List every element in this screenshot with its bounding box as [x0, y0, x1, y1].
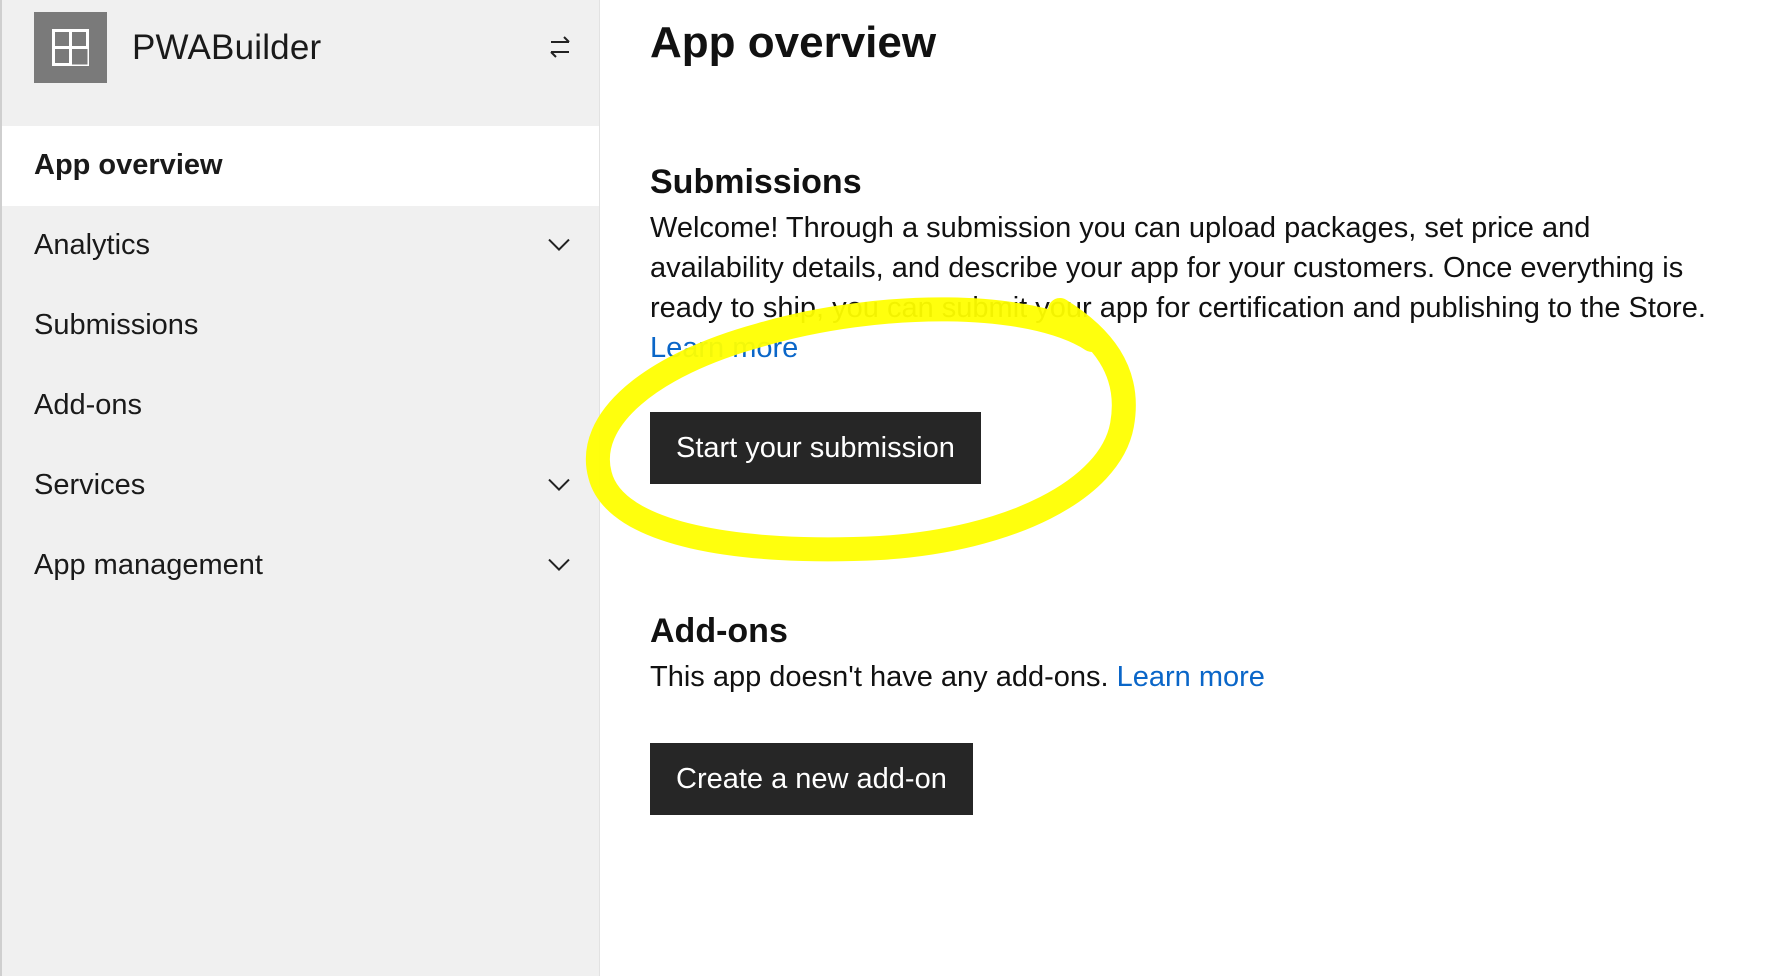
- sidebar-item-submissions[interactable]: Submissions: [2, 286, 599, 366]
- addons-description: This app doesn't have any add-ons. Learn…: [650, 657, 1710, 697]
- sidebar-item-services[interactable]: Services: [2, 446, 599, 526]
- sidebar-item-label: Submissions: [34, 308, 199, 341]
- create-addon-button[interactable]: Create a new add-on: [650, 743, 973, 815]
- app-tile-icon: [34, 12, 107, 83]
- submissions-heading: Submissions: [650, 163, 862, 201]
- submissions-learn-more-link[interactable]: Learn more: [650, 332, 798, 364]
- switch-arrows-icon[interactable]: [547, 35, 573, 59]
- addons-heading: Add-ons: [650, 612, 788, 650]
- sidebar-item-label: App management: [34, 548, 263, 581]
- addons-learn-more-link[interactable]: Learn more: [1117, 661, 1265, 693]
- sidebar-item-label: Add-ons: [34, 388, 143, 421]
- app-name: PWABuilder: [132, 28, 322, 67]
- app-header: PWABuilder: [2, 0, 599, 126]
- sidebar-nav: App overview Analytics Submissions Add-o…: [2, 126, 599, 606]
- start-submission-button[interactable]: Start your submission: [650, 412, 981, 484]
- chevron-down-icon[interactable]: [548, 478, 570, 492]
- sidebar: PWABuilder App overview Analytics Submis…: [0, 0, 600, 976]
- submissions-text: Welcome! Through a submission you can up…: [650, 212, 1706, 324]
- page-title: App overview: [650, 18, 937, 67]
- sidebar-item-label: Analytics: [34, 228, 151, 261]
- sidebar-item-label: App overview: [34, 148, 223, 181]
- sidebar-item-app-management[interactable]: App management: [2, 526, 599, 606]
- sidebar-item-analytics[interactable]: Analytics: [2, 206, 599, 286]
- page: PWABuilder App overview Analytics Submis…: [0, 0, 1776, 976]
- sidebar-item-label: Services: [34, 468, 146, 501]
- chevron-down-icon[interactable]: [548, 238, 570, 252]
- main-content: App overview Submissions Welcome! Throug…: [600, 0, 1776, 976]
- chevron-down-icon[interactable]: [548, 558, 570, 572]
- addons-text: This app doesn't have any add-ons.: [650, 661, 1109, 693]
- sidebar-item-app-overview[interactable]: App overview: [2, 126, 599, 206]
- submissions-description: Welcome! Through a submission you can up…: [650, 208, 1710, 368]
- sidebar-item-add-ons[interactable]: Add-ons: [2, 366, 599, 446]
